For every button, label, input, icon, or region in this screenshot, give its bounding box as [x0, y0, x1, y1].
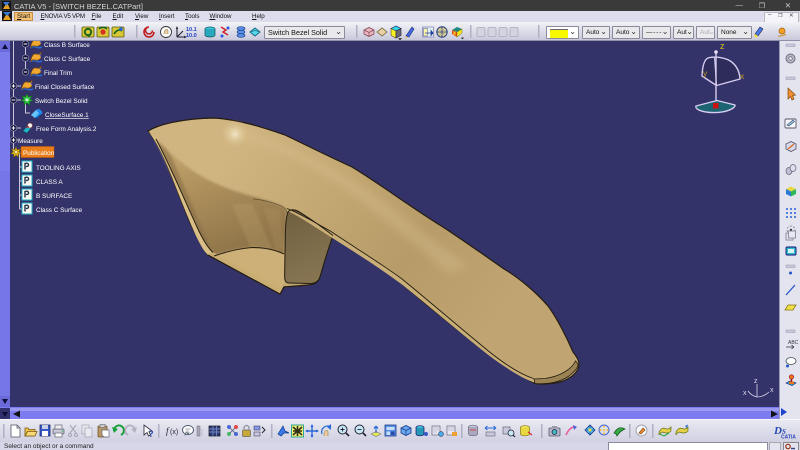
- svg-text:(x): (x): [170, 429, 178, 436]
- svg-text:Class B Surface: Class B Surface: [44, 42, 90, 49]
- svg-text:Free Form Analysis.2: Free Form Analysis.2: [36, 126, 97, 133]
- svg-text:10.0: 10.0: [186, 33, 197, 39]
- svg-text:Final Trim: Final Trim: [44, 70, 72, 77]
- svg-text:Publication: Publication: [23, 150, 55, 157]
- svg-text:?: ?: [149, 429, 154, 439]
- svg-text:ABC: ABC: [788, 340, 799, 346]
- svg-text:Class C Surface: Class C Surface: [44, 56, 91, 63]
- svg-text:x: x: [740, 71, 745, 81]
- svg-text:Final Closed Surface: Final Closed Surface: [35, 84, 95, 91]
- svg-text:CLASS A: CLASS A: [36, 179, 63, 186]
- svg-text:z: z: [720, 41, 725, 51]
- svg-text:B SURFACE: B SURFACE: [36, 193, 72, 200]
- svg-text:x: x: [743, 390, 747, 397]
- svg-text:z: z: [754, 378, 758, 385]
- svg-text:x: x: [770, 387, 774, 394]
- svg-text:Measure: Measure: [18, 138, 43, 145]
- svg-text:Switch Bezel Solid: Switch Bezel Solid: [35, 98, 88, 105]
- svg-text:CloseSurface.1: CloseSurface.1: [45, 112, 89, 119]
- svg-text:TOOLING AXIS: TOOLING AXIS: [36, 165, 81, 172]
- svg-text:Class C Surface: Class C Surface: [36, 207, 83, 214]
- svg-text:CATIA: CATIA: [781, 435, 796, 441]
